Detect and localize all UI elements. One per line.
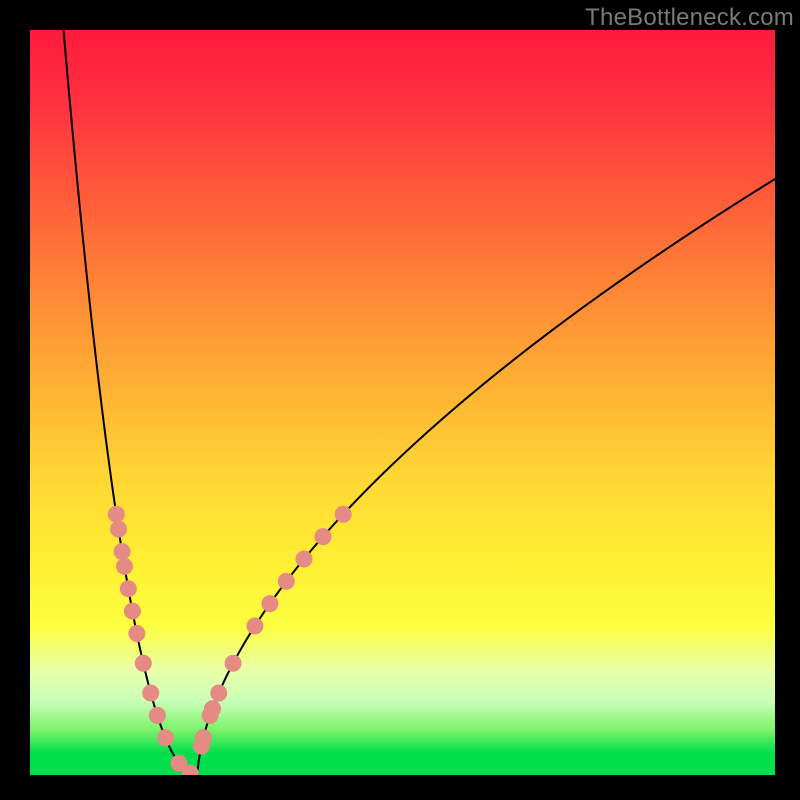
data-marker xyxy=(111,521,127,537)
data-marker xyxy=(108,506,124,522)
data-marker xyxy=(262,596,278,612)
data-marker xyxy=(114,544,130,560)
data-marker xyxy=(205,701,221,717)
watermark-text: TheBottleneck.com xyxy=(585,4,794,32)
data-marker xyxy=(129,625,145,641)
data-marker xyxy=(247,618,263,634)
data-marker xyxy=(335,506,351,522)
data-marker xyxy=(135,655,151,671)
chart-svg xyxy=(30,30,775,775)
data-marker xyxy=(157,730,173,746)
data-marker xyxy=(278,573,294,589)
bottleneck-curve xyxy=(64,30,775,775)
data-marker xyxy=(296,551,312,567)
chart-frame: TheBottleneck.com xyxy=(0,0,800,800)
data-marker xyxy=(211,685,227,701)
data-marker xyxy=(225,655,241,671)
data-marker xyxy=(120,581,136,597)
data-marker xyxy=(124,603,140,619)
data-marker xyxy=(116,558,132,574)
data-marker xyxy=(193,738,209,754)
data-marker xyxy=(315,529,331,545)
data-marker xyxy=(149,707,165,723)
data-marker xyxy=(143,685,159,701)
